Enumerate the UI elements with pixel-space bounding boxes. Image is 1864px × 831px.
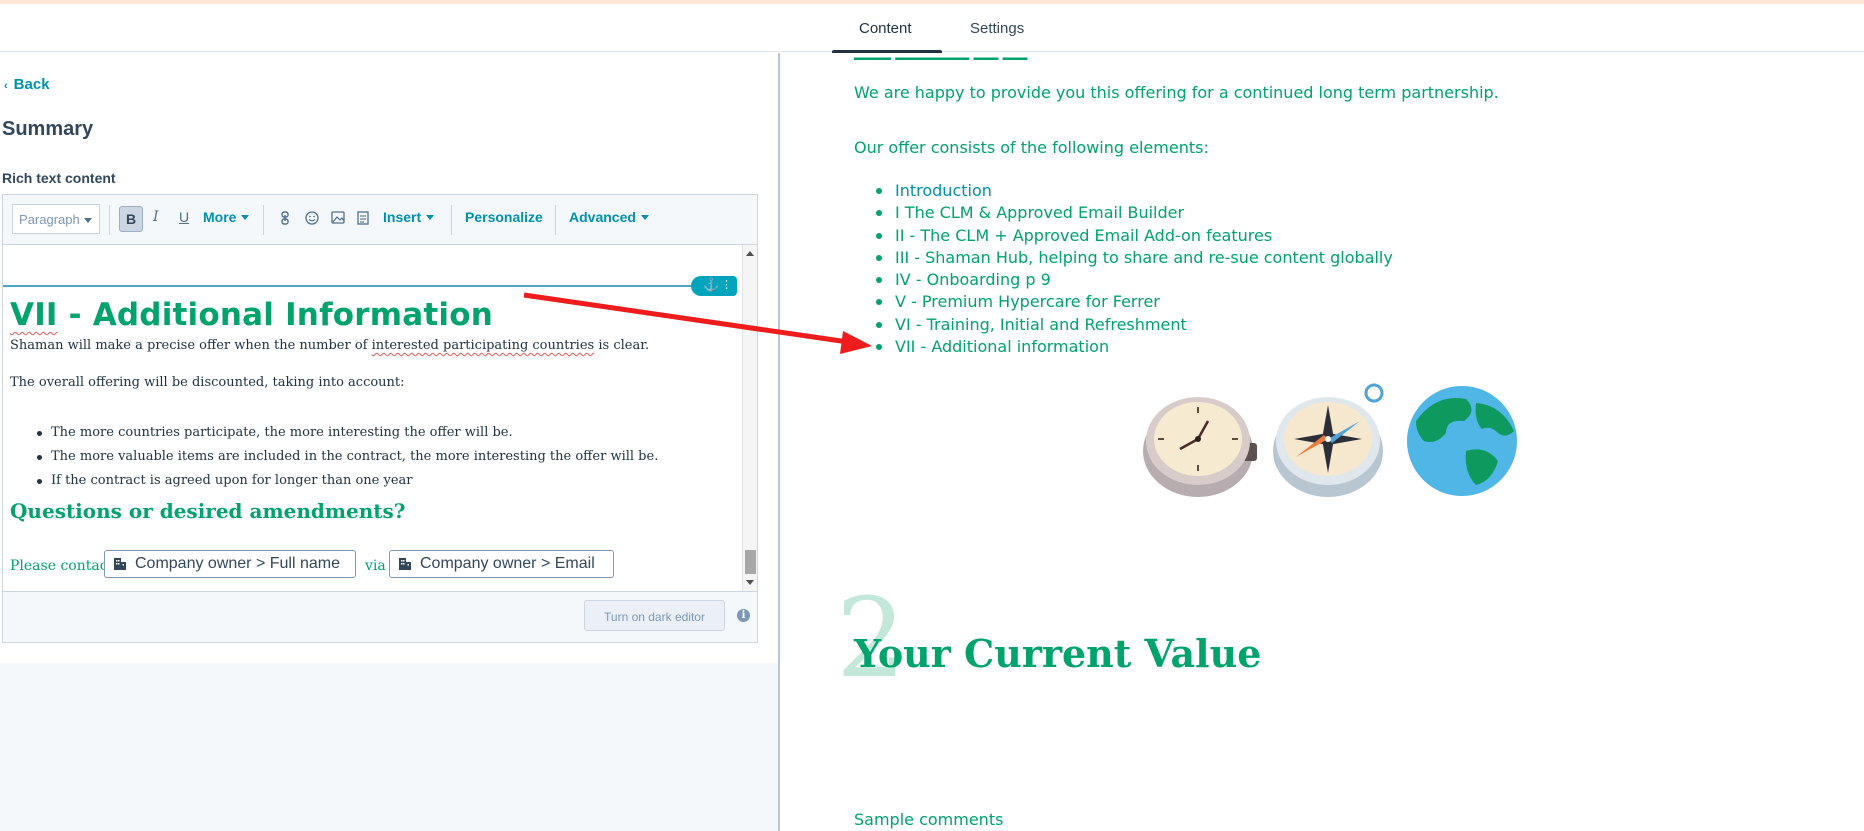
list-item: The more countries participate, the more… [10, 425, 658, 449]
insert-dropdown[interactable]: Insert [383, 209, 435, 225]
embed-icon[interactable] [357, 211, 371, 225]
toc-item: IV - Onboarding p 9 [873, 270, 1393, 292]
toc-item: VI - Training, Initial and Refreshment [873, 315, 1393, 337]
anchor-badge[interactable]: ⚓ ⋮ [691, 276, 737, 296]
building-icon [399, 558, 411, 570]
via-text: via [365, 558, 386, 574]
building-icon [114, 558, 126, 570]
emoji-icon[interactable] [305, 211, 319, 225]
paragraph-offer-a: Shaman will make a precise offer when th… [10, 338, 372, 353]
chevron-left-icon: ‹ [4, 80, 8, 92]
top-tab-bar: Content Settings [0, 4, 1864, 55]
anchor-line [3, 285, 700, 287]
discount-list: The more countries participate, the more… [10, 425, 658, 497]
editor-footer: Turn on dark editor i [3, 591, 757, 642]
advanced-dropdown[interactable]: Advanced [569, 209, 649, 225]
toc-item: II - The CLM + Approved Email Add-on fea… [873, 226, 1393, 248]
toolbar-divider [555, 205, 556, 235]
contact-prefix: Please contact [10, 558, 114, 574]
clipped-text-line: ▁▁▁ ▁▁▁▁▁▁ ▁▁ ▁▁ [854, 53, 1027, 61]
globe-icon [1407, 386, 1517, 496]
back-link[interactable]: ‹ Back [4, 76, 50, 93]
toc-item: V - Premium Hypercare for Ferrer [873, 292, 1393, 314]
sample-comments-label: Sample comments [854, 810, 1004, 829]
scroll-up-icon[interactable] [746, 251, 754, 256]
token-label: Company owner > Email [420, 555, 595, 572]
personalization-token-email[interactable]: Company owner > Email [389, 550, 614, 578]
questions-heading: Questions or desired amendments? [10, 499, 406, 523]
list-item: The more valuable items are included in … [10, 449, 658, 473]
toc-item[interactable]: Introduction [873, 181, 1393, 203]
personalize-button[interactable]: Personalize [465, 209, 543, 225]
toc-item: III - Shaman Hub, helping to share and r… [873, 248, 1393, 270]
toc-item: I The CLM & Approved Email Builder [873, 203, 1393, 225]
caret-down-icon [84, 218, 92, 223]
field-label: Rich text content [2, 170, 116, 186]
more-dropdown[interactable]: More [203, 209, 250, 225]
back-label: Back [13, 76, 50, 93]
info-icon[interactable]: i [737, 609, 750, 622]
underline-button[interactable]: U [179, 209, 189, 225]
toolbar-divider [109, 205, 110, 235]
link-icon[interactable] [279, 211, 293, 225]
token-label: Company owner > Full name [135, 555, 340, 572]
italic-button[interactable]: I [153, 209, 159, 225]
heading-text: - Additional Information [57, 297, 493, 333]
toc-item: VII - Additional information [873, 337, 1393, 359]
paragraph-style-value: Paragraph [19, 212, 80, 227]
tab-settings[interactable]: Settings [970, 20, 1024, 37]
preview-toc-list: Introduction I The CLM & Approved Email … [873, 181, 1393, 359]
scroll-down-icon[interactable] [746, 580, 754, 585]
compass-icon [1273, 383, 1384, 497]
editor-toolbar: Paragraph B I U More Insert Personalize … [3, 195, 757, 245]
tab-content[interactable]: Content [859, 20, 912, 37]
insert-label: Insert [383, 209, 422, 225]
paragraph-offer: Shaman will make a precise offer when th… [10, 338, 649, 353]
stopwatch-icon [1143, 397, 1257, 497]
more-label: More [203, 209, 237, 225]
page-preview: ▁▁▁ ▁▁▁▁▁▁ ▁▁ ▁▁ We are happy to provide… [780, 53, 1864, 831]
toolbar-divider [263, 205, 264, 235]
toolbar-divider [451, 205, 452, 235]
section-title: Your Current Value [854, 631, 1262, 676]
dark-editor-button[interactable]: Turn on dark editor [584, 600, 725, 631]
rich-text-editor: Paragraph B I U More Insert Personalize … [2, 194, 758, 643]
sidebar-content: ‹ Back Summary Rich text content Paragrap… [0, 53, 779, 663]
heading-misspelled-word: VII [10, 297, 58, 333]
paragraph-offer-b: interested participating countries [371, 338, 595, 353]
paragraph-offer-c: is clear. [594, 338, 650, 353]
preview-intro: We are happy to provide you this offerin… [854, 83, 1499, 102]
image-icon[interactable] [331, 211, 345, 225]
scrollbar-thumb[interactable] [745, 550, 756, 574]
list-item: If the contract is agreed upon for longe… [10, 473, 658, 497]
module-title: Summary [2, 118, 94, 140]
caret-down-icon [640, 215, 649, 220]
caret-down-icon [426, 215, 435, 220]
paragraph-discount: The overall offering will be discounted,… [10, 375, 405, 390]
paragraph-style-select[interactable]: Paragraph [12, 204, 100, 234]
advanced-label: Advanced [569, 209, 636, 225]
sidebar-panel: ‹ Back Summary Rich text content Paragrap… [0, 53, 779, 831]
drag-handle-icon[interactable]: ⋮ [721, 278, 732, 291]
section-heading: VII - Additional Information [10, 297, 493, 333]
editor-scrollbar[interactable] [742, 245, 757, 591]
editor-content-area[interactable]: ⚓ ⋮ VII - Additional Information Shaman w… [3, 245, 742, 591]
personalization-token-fullname[interactable]: Company owner > Full name [104, 550, 356, 578]
illustration-row [1143, 383, 1517, 497]
preview-offer-lead: Our offer consists of the following elem… [854, 138, 1209, 157]
caret-down-icon [241, 215, 250, 220]
bold-button[interactable]: B [119, 206, 143, 232]
anchor-icon: ⚓ [703, 278, 720, 293]
